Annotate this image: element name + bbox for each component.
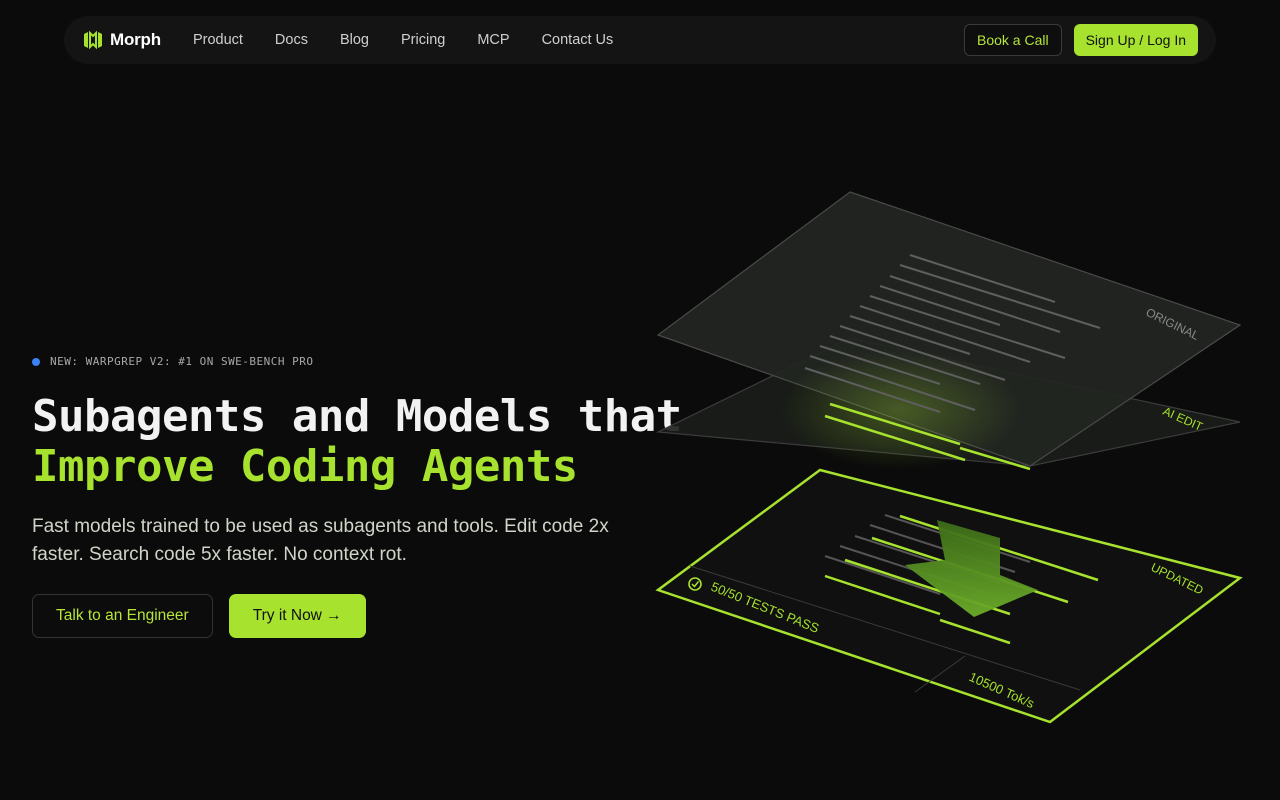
nav-actions: Book a Call Sign Up / Log In <box>964 24 1198 56</box>
hero-subtitle: Fast models trained to be used as subage… <box>32 516 609 565</box>
nav-link-product[interactable]: Product <box>193 32 243 48</box>
nav-link-docs[interactable]: Docs <box>275 32 308 48</box>
headline-line-2: Improve Coding Agents <box>32 441 578 492</box>
headline-line-1: Subagents and Models that <box>32 391 682 442</box>
top-nav: Morph Product Docs Blog Pricing MCP Cont… <box>64 16 1216 64</box>
signup-login-button[interactable]: Sign Up / Log In <box>1073 24 1198 56</box>
badge-text: NEW: WARPGREP V2: #1 ON SWE-BENCH PRO <box>50 355 314 368</box>
layered-edit-illustration: UPDATED 50/50 TESTS PASS 10500 Tok/s AI … <box>655 191 1243 724</box>
nav-link-mcp[interactable]: MCP <box>477 32 509 48</box>
badge-dot-icon <box>32 357 40 366</box>
morph-logo-icon <box>84 30 102 50</box>
announcement-badge[interactable]: NEW: WARPGREP V2: #1 ON SWE-BENCH PRO <box>32 355 314 368</box>
brand-name: Morph <box>110 30 161 49</box>
hero-headline: Subagents and Models that Improve Coding… <box>32 392 692 492</box>
brand-logo[interactable]: Morph <box>82 30 161 50</box>
nav-links: Product Docs Blog Pricing MCP Contact Us <box>193 32 613 48</box>
nav-link-pricing[interactable]: Pricing <box>401 32 445 48</box>
hero-cta-row: Talk to an Engineer Try it Now → <box>32 594 366 638</box>
talk-to-engineer-button[interactable]: Talk to an Engineer <box>32 594 213 638</box>
try-it-now-button[interactable]: Try it Now → <box>228 594 366 638</box>
nav-link-blog[interactable]: Blog <box>340 32 369 48</box>
book-call-button[interactable]: Book a Call <box>964 24 1062 56</box>
nav-link-contact[interactable]: Contact Us <box>542 32 614 48</box>
page: Morph Product Docs Blog Pricing MCP Cont… <box>0 0 1280 800</box>
